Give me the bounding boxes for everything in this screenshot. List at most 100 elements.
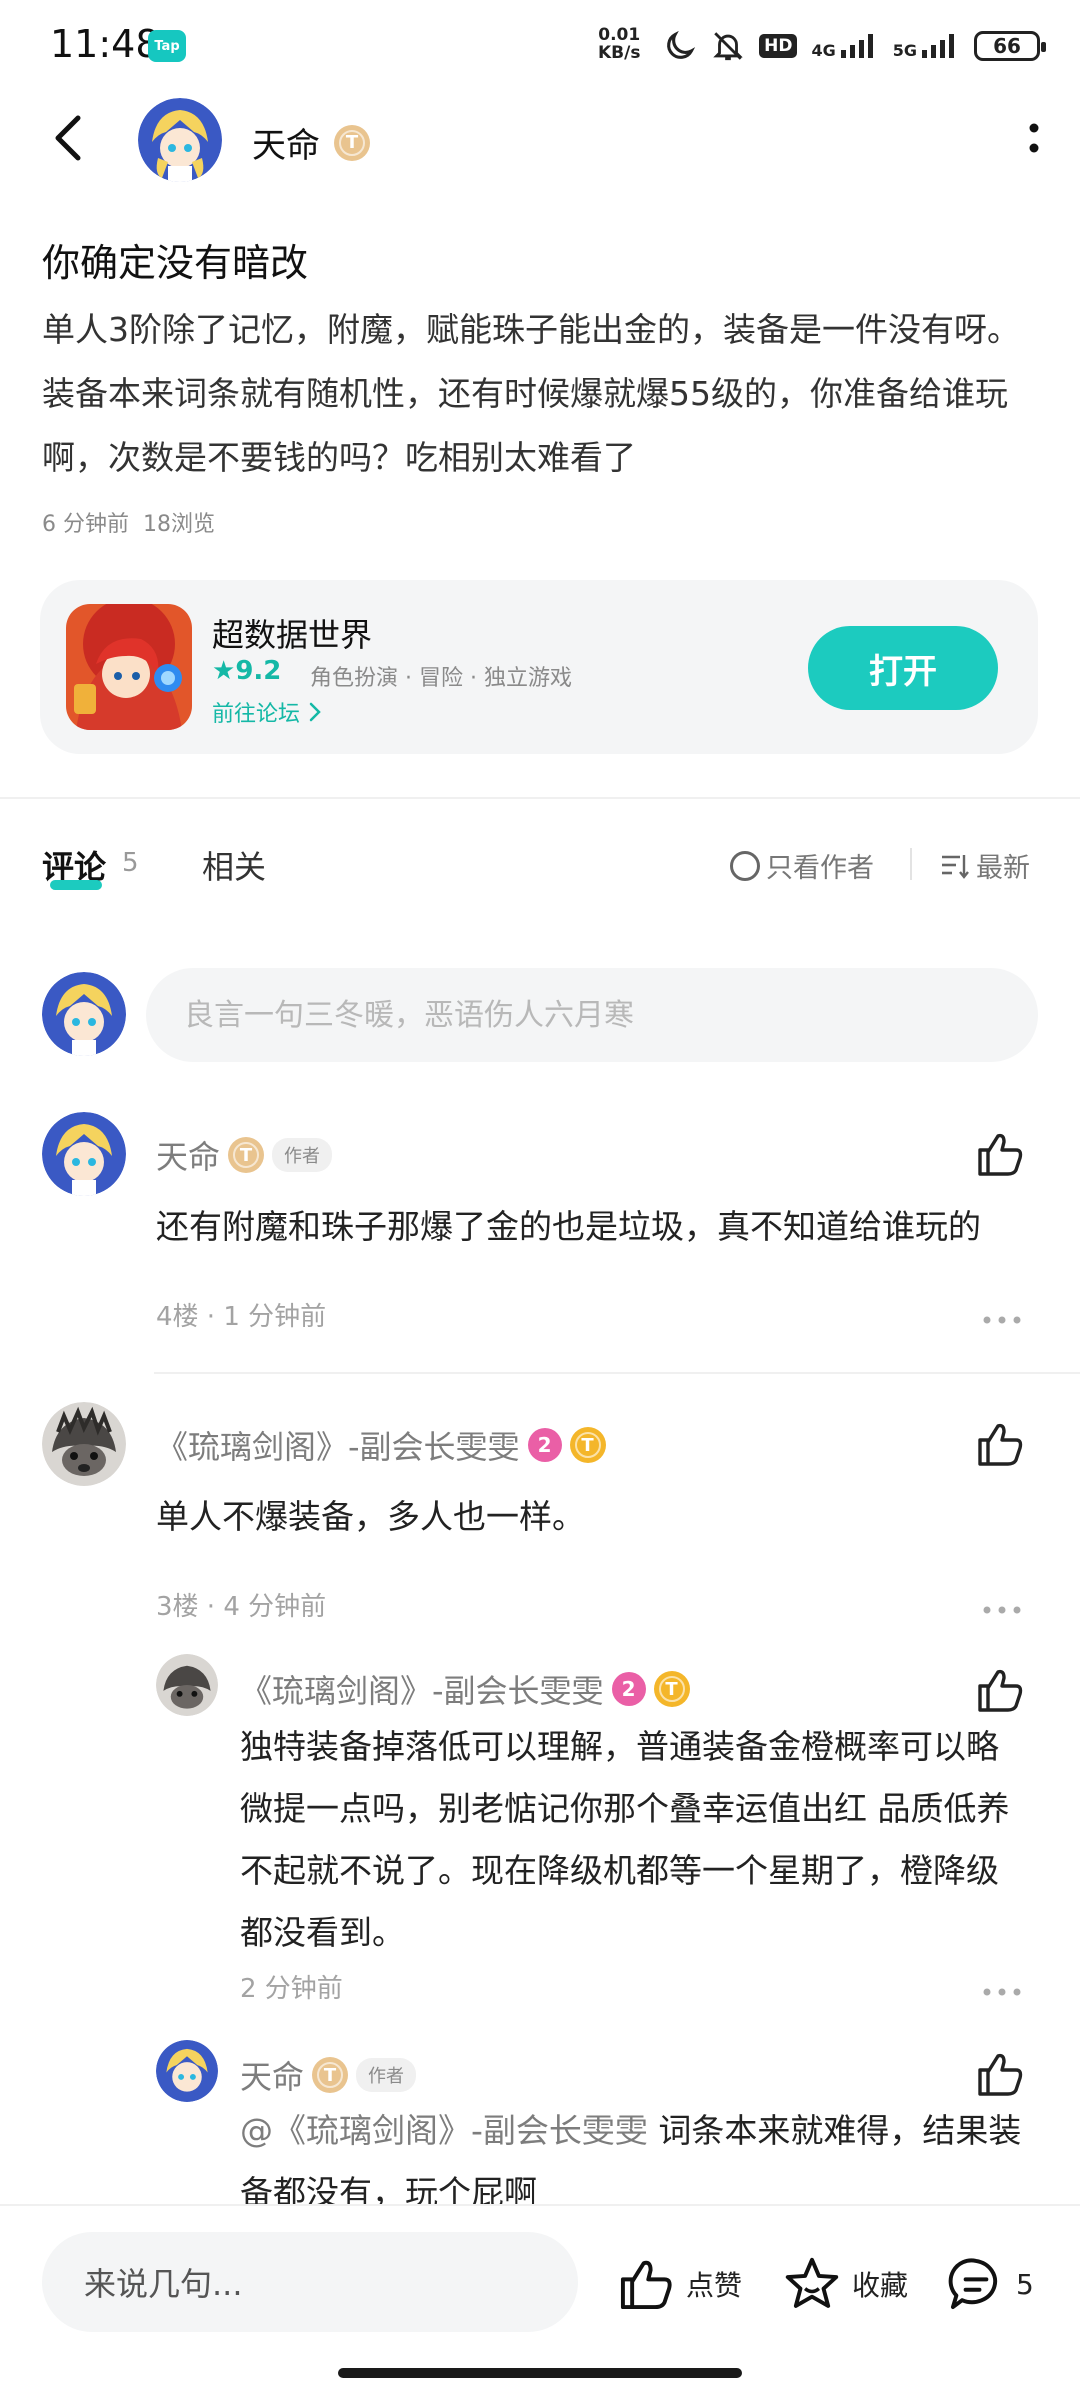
back-button[interactable] bbox=[44, 108, 92, 168]
like-post-button[interactable]: 点赞 bbox=[616, 2254, 742, 2314]
comment-author[interactable]: 《琉璃剑阁》-副会长雯雯 2 T bbox=[156, 1422, 606, 1468]
reply-author-name: 《琉璃剑阁》-副会长雯雯 bbox=[240, 1672, 604, 1710]
comment-input[interactable] bbox=[146, 968, 1038, 1062]
comment-count: 5 bbox=[1016, 2267, 1034, 2301]
active-tab-indicator bbox=[50, 880, 102, 890]
reply-meta: 2 分钟前 bbox=[240, 1974, 343, 2004]
star-icon: ★ bbox=[212, 656, 236, 686]
comments-button[interactable]: 5 bbox=[946, 2254, 1034, 2314]
status-icons: HD 4G 5G 66 bbox=[663, 26, 1046, 66]
horizontal-dots-icon bbox=[983, 1316, 1021, 1324]
taptap-app-icon: Tap bbox=[148, 30, 186, 62]
reply-more-button[interactable] bbox=[982, 1982, 1022, 1996]
commenter-avatar[interactable] bbox=[42, 1402, 126, 1486]
reply-author[interactable]: 《琉璃剑阁》-副会长雯雯 2 T bbox=[240, 1666, 690, 1712]
level-badge-icon: T bbox=[228, 1137, 265, 1173]
author-avatar[interactable] bbox=[138, 98, 222, 182]
sort-label: 最新 bbox=[976, 853, 1030, 884]
forum-link-label: 前往论坛 bbox=[212, 702, 301, 727]
commenter-avatar[interactable] bbox=[42, 1112, 126, 1196]
level-badge-icon: T bbox=[334, 124, 370, 161]
vip-badge-icon: 2 bbox=[527, 1428, 562, 1462]
post-meta: 6 分钟前 18浏览 bbox=[42, 506, 215, 538]
thumbs-up-icon bbox=[978, 1423, 1023, 1466]
comment-author-name: 《琉璃剑阁》-副会长雯雯 bbox=[156, 1428, 520, 1466]
like-label: 点赞 bbox=[686, 2269, 743, 2302]
bell-muted-icon bbox=[713, 32, 743, 61]
signal-4g-label: 4G bbox=[811, 41, 836, 60]
author-tag: 作者 bbox=[356, 2058, 417, 2092]
comment-text: 单人不爆装备，多人也一样。 bbox=[156, 1497, 585, 1536]
sort-button[interactable]: 最新 bbox=[940, 846, 1030, 885]
like-button[interactable] bbox=[974, 1418, 1026, 1470]
comment-author[interactable]: 天命 T 作者 bbox=[156, 1132, 333, 1178]
thumbs-up-icon bbox=[620, 2260, 672, 2310]
comment-more-button[interactable] bbox=[982, 1310, 1022, 1324]
battery-icon: 66 bbox=[974, 31, 1046, 61]
star-outline-icon bbox=[785, 2257, 839, 2308]
open-game-button[interactable]: 打开 bbox=[808, 626, 998, 710]
comment-meta: 4楼 · 1 分钟前 bbox=[156, 1302, 327, 1332]
section-divider bbox=[0, 797, 1080, 799]
radio-circle-icon bbox=[730, 850, 760, 881]
comment-divider bbox=[154, 1372, 1080, 1374]
comment-author-name: 天命 bbox=[156, 1138, 221, 1176]
reply-avatar[interactable] bbox=[156, 1654, 218, 1716]
favorite-label: 收藏 bbox=[852, 2269, 909, 2302]
sort-icon bbox=[942, 854, 969, 879]
game-tags: 角色扮演 · 冒险 · 独立游戏 bbox=[310, 666, 572, 691]
signal-4g-icon: 4G bbox=[811, 32, 878, 60]
game-name[interactable]: 超数据世界 bbox=[212, 610, 372, 656]
post-title: 你确定没有暗改 bbox=[42, 241, 309, 285]
author-only-toggle[interactable]: 只看作者 bbox=[730, 846, 874, 885]
level-badge-icon: T bbox=[312, 2057, 349, 2093]
level-badge-icon: T bbox=[653, 1671, 690, 1707]
post-time: 6 分钟前 bbox=[42, 512, 129, 537]
vip-badge-icon: 2 bbox=[611, 1672, 646, 1706]
filter-separator bbox=[910, 848, 912, 880]
post-views: 18浏览 bbox=[143, 512, 215, 537]
reply-text: @《琉璃剑阁》-副会长雯雯 词条本来就难得，结果装备都没有，玩个屁啊 bbox=[240, 2100, 1030, 2204]
network-speed: 0.01 KB/s bbox=[598, 26, 640, 62]
comment-meta: 3楼 · 4 分钟前 bbox=[156, 1592, 327, 1622]
horizontal-dots-icon bbox=[983, 1988, 1021, 1996]
bottom-comment-input[interactable]: 来说几句... bbox=[42, 2232, 578, 2332]
hd-icon: HD bbox=[759, 34, 798, 58]
favorite-button[interactable]: 收藏 bbox=[782, 2254, 908, 2314]
comment-more-button[interactable] bbox=[982, 1600, 1022, 1614]
tab-related[interactable]: 相关 bbox=[202, 842, 266, 888]
chevron-left-icon bbox=[55, 115, 81, 161]
reply-avatar[interactable] bbox=[156, 2040, 218, 2102]
game-icon[interactable] bbox=[66, 604, 192, 730]
signal-5g-label: 5G bbox=[892, 41, 917, 60]
comment-bubble-icon bbox=[948, 2258, 998, 2310]
like-button[interactable] bbox=[974, 1664, 1026, 1716]
like-button[interactable] bbox=[974, 2048, 1026, 2100]
reply-mention[interactable]: @《琉璃剑阁》-副会长雯雯 bbox=[240, 2111, 648, 2150]
like-button[interactable] bbox=[974, 1128, 1026, 1180]
chevron-right-icon bbox=[309, 702, 321, 722]
thumbs-up-icon bbox=[978, 1133, 1023, 1176]
thumbs-up-icon bbox=[978, 2053, 1023, 2096]
signal-5g-icon: 5G bbox=[893, 32, 960, 60]
more-options-button[interactable] bbox=[1028, 120, 1040, 160]
moon-icon bbox=[667, 30, 696, 59]
author-name[interactable]: 天命 T bbox=[252, 118, 370, 167]
reply-text: 独特装备掉落低可以理解，普通装备金橙概率可以略微提一点吗，别老惦记你那个叠幸运值… bbox=[240, 1727, 1010, 1952]
level-badge-icon: T bbox=[569, 1427, 606, 1463]
thumbs-up-icon bbox=[978, 1669, 1023, 1712]
network-speed-value: 0.01 bbox=[598, 25, 641, 45]
reply-author-name: 天命 bbox=[240, 2058, 305, 2096]
my-avatar bbox=[42, 972, 126, 1056]
tab-comments-count: 5 bbox=[122, 848, 139, 878]
horizontal-dots-icon bbox=[983, 1606, 1021, 1614]
network-speed-unit: KB/s bbox=[598, 43, 641, 63]
forum-link[interactable]: 前往论坛 bbox=[212, 696, 322, 728]
home-indicator[interactable] bbox=[338, 2368, 742, 2378]
author-name-text: 天命 bbox=[252, 126, 320, 166]
author-only-label: 只看作者 bbox=[766, 853, 874, 884]
vertical-dots-icon bbox=[1029, 123, 1039, 153]
game-rating: ★9.2 bbox=[212, 656, 281, 686]
status-time: 11:48 bbox=[50, 22, 160, 66]
reply-author[interactable]: 天命 T 作者 bbox=[240, 2052, 417, 2098]
